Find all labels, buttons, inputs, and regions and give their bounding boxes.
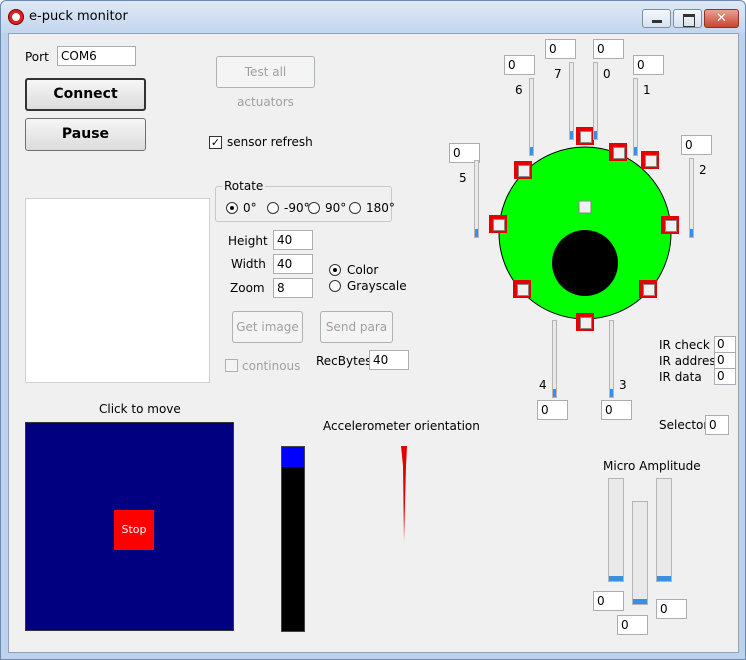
width-label: Width bbox=[231, 257, 266, 271]
rotate-minus90-label: -90° bbox=[284, 201, 310, 215]
prox-4-label: 4 bbox=[539, 378, 547, 392]
get-image-button[interactable]: Get image bbox=[232, 311, 303, 343]
accelerometer-bar-fill bbox=[282, 447, 304, 468]
prox-sensor-0 bbox=[609, 143, 627, 161]
continuous-checkbox[interactable] bbox=[225, 359, 238, 372]
micro-0-slider[interactable] bbox=[608, 478, 624, 582]
rotate-group: Rotate 0° -90° 90° 180° bbox=[215, 179, 395, 222]
selector-label: Selector bbox=[659, 418, 709, 432]
prox-3-label: 3 bbox=[619, 378, 627, 392]
app-logo-icon bbox=[8, 9, 24, 25]
micro-title: Micro Amplitude bbox=[603, 459, 701, 473]
accelerometer-needle bbox=[401, 446, 407, 542]
prox-1-label: 1 bbox=[643, 83, 651, 97]
prox-sensor-1 bbox=[641, 151, 659, 169]
prox-sensor-3 bbox=[639, 280, 657, 298]
connect-button[interactable]: Connect bbox=[25, 78, 146, 111]
prox-6-slider[interactable] bbox=[529, 78, 534, 156]
ir-data-value[interactable]: 0 bbox=[714, 368, 736, 385]
prox-3-value[interactable]: 0 bbox=[601, 400, 632, 420]
rotate-0-label: 0° bbox=[243, 201, 257, 215]
prox-sensor-4 bbox=[513, 280, 531, 298]
main-window: e-puck monitor ✕ Port COM6 Connect Pause… bbox=[0, 0, 746, 660]
width-input[interactable]: 40 bbox=[273, 254, 313, 274]
prox-sensor-7 bbox=[576, 127, 594, 145]
zoom-label: Zoom bbox=[230, 281, 265, 295]
rotate-minus90-radio[interactable] bbox=[267, 202, 279, 214]
stop-button[interactable]: Stop bbox=[114, 510, 154, 550]
prox-6-label: 6 bbox=[515, 83, 523, 97]
ir-check-label: IR check bbox=[659, 338, 710, 352]
micro-1-value[interactable]: 0 bbox=[617, 615, 648, 635]
recbytes-input[interactable]: 40 bbox=[369, 350, 409, 370]
ir-data-label: IR data bbox=[659, 370, 702, 384]
rotate-180-label: 180° bbox=[366, 201, 395, 215]
maximize-button[interactable] bbox=[673, 9, 702, 28]
prox-sensor-2 bbox=[661, 216, 679, 234]
prox-0-slider[interactable] bbox=[593, 62, 598, 140]
micro-2-value[interactable]: 0 bbox=[656, 599, 687, 619]
rotate-90-label: 90° bbox=[325, 201, 347, 215]
grayscale-radio[interactable] bbox=[329, 280, 341, 292]
robot-center-marker bbox=[578, 200, 592, 214]
color-label: Color bbox=[347, 263, 379, 277]
port-label: Port bbox=[25, 50, 49, 64]
prox-2-value[interactable]: 0 bbox=[681, 135, 712, 155]
ir-address-label: IR address bbox=[659, 354, 722, 368]
selector-value[interactable]: 0 bbox=[705, 415, 729, 435]
prox-6-value[interactable]: 0 bbox=[504, 55, 535, 75]
accelerometer-title: Accelerometer orientation bbox=[323, 419, 480, 433]
prox-7-label: 7 bbox=[554, 67, 562, 81]
rotate-title: Rotate bbox=[222, 179, 266, 193]
micro-0-value[interactable]: 0 bbox=[593, 591, 624, 611]
window-title: e-puck monitor bbox=[29, 9, 128, 24]
move-pad[interactable]: Stop bbox=[25, 422, 234, 631]
prox-sensor-back bbox=[576, 313, 594, 331]
ir-check-value[interactable]: 0 bbox=[714, 336, 736, 353]
prox-5-slider[interactable] bbox=[474, 160, 479, 238]
client-area: Port COM6 Connect Pause Test all actuato… bbox=[8, 33, 739, 653]
test-all-actuators-button[interactable]: Test all actuators bbox=[216, 56, 315, 109]
zoom-input[interactable]: 8 bbox=[273, 278, 313, 298]
prox-0-value[interactable]: 0 bbox=[593, 39, 624, 59]
continuous-label: continous bbox=[242, 359, 301, 373]
prox-4-slider[interactable] bbox=[552, 320, 557, 398]
prox-2-slider[interactable] bbox=[689, 158, 694, 238]
grayscale-label: Grayscale bbox=[347, 279, 407, 293]
close-icon: ✕ bbox=[716, 11, 727, 26]
prox-2-label: 2 bbox=[699, 163, 707, 177]
title-bar[interactable]: e-puck monitor ✕ bbox=[1, 1, 745, 33]
prox-4-value[interactable]: 0 bbox=[537, 400, 568, 420]
accelerometer-bar bbox=[281, 446, 305, 632]
micro-1-slider[interactable] bbox=[632, 501, 648, 605]
camera-image bbox=[25, 198, 210, 383]
prox-3-slider[interactable] bbox=[609, 320, 614, 398]
prox-1-value[interactable]: 0 bbox=[633, 55, 664, 75]
height-label: Height bbox=[228, 234, 268, 248]
ir-address-value[interactable]: 0 bbox=[714, 352, 736, 369]
send-para-button[interactable]: Send para bbox=[320, 311, 393, 343]
sensor-refresh-label: sensor refresh bbox=[227, 135, 313, 149]
close-button[interactable]: ✕ bbox=[704, 9, 739, 28]
minimize-button[interactable] bbox=[642, 9, 671, 28]
rotate-0-radio[interactable] bbox=[226, 202, 238, 214]
prox-7-slider[interactable] bbox=[569, 62, 574, 140]
rotate-90-radio[interactable] bbox=[308, 202, 320, 214]
recbytes-label: RecBytes bbox=[316, 354, 372, 368]
color-radio[interactable] bbox=[329, 264, 341, 276]
prox-0-label: 0 bbox=[603, 67, 611, 81]
pause-button[interactable]: Pause bbox=[25, 118, 146, 151]
sensor-refresh-checkbox[interactable]: ✓ bbox=[209, 136, 222, 149]
robot-camera-hole bbox=[552, 230, 618, 296]
prox-7-value[interactable]: 0 bbox=[545, 39, 576, 59]
prox-1-slider[interactable] bbox=[633, 78, 638, 156]
prox-5-label: 5 bbox=[459, 171, 467, 185]
micro-2-slider[interactable] bbox=[656, 478, 672, 582]
port-input[interactable]: COM6 bbox=[57, 46, 136, 66]
prox-sensor-6 bbox=[514, 161, 532, 179]
prox-sensor-5 bbox=[489, 215, 507, 233]
rotate-180-radio[interactable] bbox=[349, 202, 361, 214]
move-pad-title: Click to move bbox=[99, 402, 181, 416]
height-input[interactable]: 40 bbox=[273, 230, 313, 250]
